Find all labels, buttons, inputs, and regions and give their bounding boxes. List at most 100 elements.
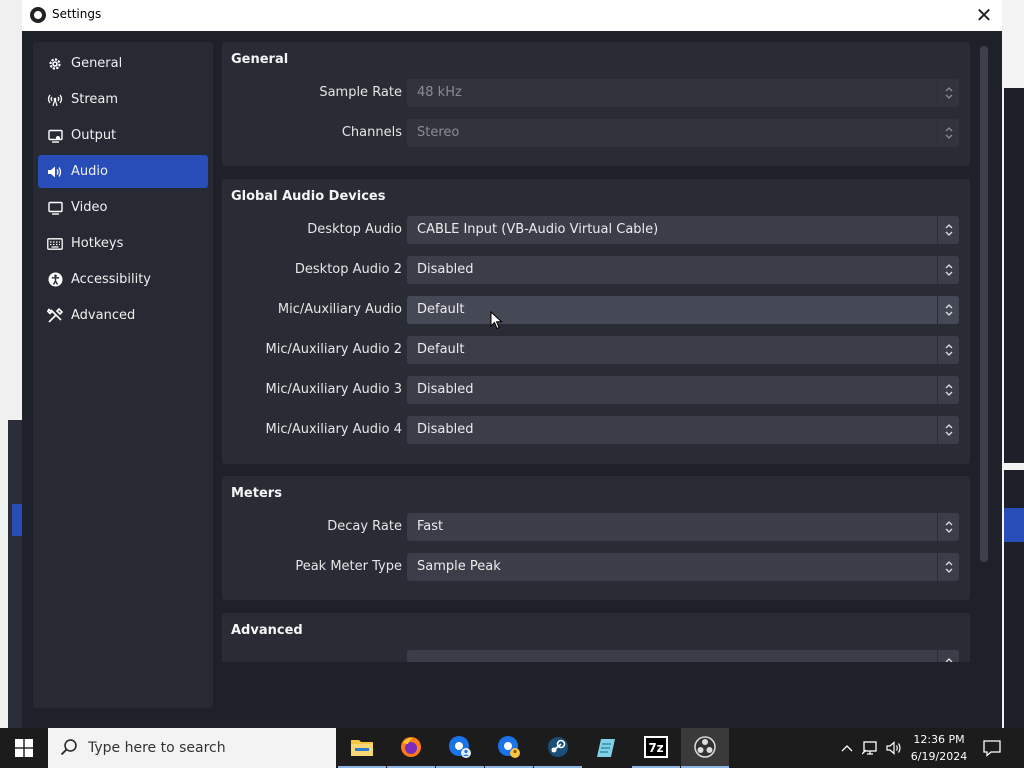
- desktop-audio-select[interactable]: CABLE Input (VB-Audio Virtual Cable): [407, 216, 959, 244]
- updown-chevron-icon: [937, 650, 959, 662]
- desktop-audio-2-label: Desktop Audio 2: [294, 262, 402, 277]
- select-value: Stereo: [417, 125, 460, 140]
- gear-icon: [47, 56, 63, 72]
- chevron-up-icon: [841, 745, 853, 752]
- taskbar-app-notepad[interactable]: [583, 728, 631, 768]
- advanced-section: Advanced: [222, 613, 970, 662]
- search-icon: [60, 739, 77, 756]
- section-title: General: [231, 52, 289, 67]
- select-value: Default: [417, 302, 465, 317]
- select-value: Disabled: [417, 382, 474, 397]
- sidebar-item-hotkeys[interactable]: Hotkeys: [38, 227, 208, 260]
- volume-tray-button[interactable]: [884, 728, 906, 768]
- taskbar-app-obs[interactable]: [681, 728, 729, 768]
- select-value: Default: [417, 342, 465, 357]
- section-title: Global Audio Devices: [231, 189, 386, 204]
- updown-chevron-icon: [937, 416, 959, 444]
- scrollbar-thumb[interactable]: [980, 46, 988, 562]
- taskbar-app-steam[interactable]: [534, 728, 582, 768]
- sidebar-item-output[interactable]: Output: [38, 119, 208, 152]
- taskbar-search-box[interactable]: Type here to search: [48, 728, 336, 768]
- settings-sidebar: General Stream Output Audio Video Hotkey…: [33, 42, 213, 708]
- notepad-icon: [597, 739, 615, 757]
- sidebar-item-label: Video: [71, 200, 108, 215]
- advanced-select[interactable]: [407, 650, 959, 662]
- updown-chevron-icon: [937, 553, 959, 581]
- general-section: General Sample Rate 48 kHz Channels Ster…: [222, 42, 970, 166]
- windows-logo-icon: [15, 739, 33, 757]
- content-scrollbar[interactable]: [978, 42, 990, 662]
- keyboard-icon: [47, 236, 63, 252]
- sidebar-item-label: Output: [71, 128, 117, 143]
- obs-icon: [694, 736, 716, 758]
- mic-aux-2-select[interactable]: Default: [407, 336, 959, 364]
- sample-rate-select[interactable]: 48 kHz: [407, 79, 959, 107]
- peak-meter-type-select[interactable]: Sample Peak: [407, 553, 959, 581]
- settings-window: Settings ✕ General Stream Output Audio V…: [22, 0, 1002, 728]
- desktop-audio-2-select[interactable]: Disabled: [407, 256, 959, 284]
- chrome-profile-2-icon: [498, 736, 520, 758]
- sidebar-item-label: Audio: [71, 164, 108, 179]
- obs-logo-icon: [30, 7, 46, 23]
- mouse-cursor-icon: [490, 311, 503, 330]
- sidebar-item-video[interactable]: Video: [38, 191, 208, 224]
- select-value: Disabled: [417, 422, 474, 437]
- chrome-profile-icon: [449, 736, 471, 758]
- select-value: CABLE Input (VB-Audio Virtual Cable): [417, 222, 659, 237]
- taskbar-app-7zip[interactable]: 7z: [632, 728, 680, 768]
- mic-aux-3-select[interactable]: Disabled: [407, 376, 959, 404]
- sample-rate-label: Sample Rate: [319, 85, 402, 100]
- sidebar-item-accessibility[interactable]: Accessibility: [38, 263, 208, 296]
- 7zip-icon: 7z: [644, 736, 668, 758]
- sidebar-item-advanced[interactable]: Advanced: [38, 299, 208, 332]
- notification-icon: [983, 740, 1001, 757]
- taskbar-app-chrome-profile[interactable]: [436, 728, 484, 768]
- mic-aux-4-label: Mic/Auxiliary Audio 4: [265, 422, 402, 437]
- volume-icon: [886, 741, 901, 755]
- decay-rate-select[interactable]: Fast: [407, 513, 959, 541]
- sidebar-item-label: Hotkeys: [71, 236, 124, 251]
- taskbar: Type here to search 7z 12:36 PM 6/19/202…: [0, 728, 1024, 768]
- accessibility-icon: [47, 272, 63, 288]
- select-value: Sample Peak: [417, 559, 501, 574]
- start-button[interactable]: [0, 728, 48, 768]
- sidebar-item-general[interactable]: General: [38, 47, 208, 80]
- sidebar-item-stream[interactable]: Stream: [38, 83, 208, 116]
- select-value: Fast: [417, 519, 444, 534]
- background-highlight: [1004, 508, 1024, 542]
- section-title: Meters: [231, 486, 282, 501]
- taskbar-app-chrome-profile-2[interactable]: [485, 728, 533, 768]
- select-value: 48 kHz: [417, 85, 462, 100]
- action-center-button[interactable]: [978, 728, 1006, 768]
- taskbar-app-file-explorer[interactable]: [338, 728, 386, 768]
- monitor-output-icon: [47, 128, 63, 144]
- background-panel: [1004, 88, 1024, 463]
- background-panel: [8, 420, 22, 728]
- peak-meter-type-label: Peak Meter Type: [295, 559, 402, 574]
- clock-date: 6/19/2024: [910, 750, 968, 763]
- updown-chevron-icon: [937, 216, 959, 244]
- channels-select[interactable]: Stereo: [407, 119, 959, 147]
- antenna-icon: [47, 92, 63, 108]
- updown-chevron-icon: [937, 376, 959, 404]
- sidebar-item-label: Accessibility: [71, 272, 151, 287]
- sidebar-item-audio[interactable]: Audio: [38, 155, 208, 188]
- background-highlight: [12, 504, 22, 536]
- mic-aux-4-select[interactable]: Disabled: [407, 416, 959, 444]
- title-bar: Settings ✕: [22, 0, 1002, 31]
- close-button[interactable]: ✕: [972, 3, 996, 27]
- mic-aux-2-label: Mic/Auxiliary Audio 2: [265, 342, 402, 357]
- mic-aux-label: Mic/Auxiliary Audio: [277, 302, 402, 317]
- channels-label: Channels: [341, 125, 402, 140]
- taskbar-app-firefox[interactable]: [387, 728, 435, 768]
- network-tray-button[interactable]: [860, 728, 882, 768]
- taskbar-clock[interactable]: 12:36 PM 6/19/2024: [904, 731, 974, 765]
- mic-aux-3-label: Mic/Auxiliary Audio 3: [265, 382, 402, 397]
- clock-time: 12:36 PM: [913, 733, 965, 746]
- 7zip-label: 7z: [648, 741, 663, 755]
- steam-icon: [548, 737, 568, 757]
- show-hidden-icons-button[interactable]: [838, 728, 856, 768]
- updown-chevron-icon: [937, 336, 959, 364]
- sidebar-item-label: Advanced: [71, 308, 136, 323]
- settings-content: General Sample Rate 48 kHz Channels Ster…: [222, 42, 970, 662]
